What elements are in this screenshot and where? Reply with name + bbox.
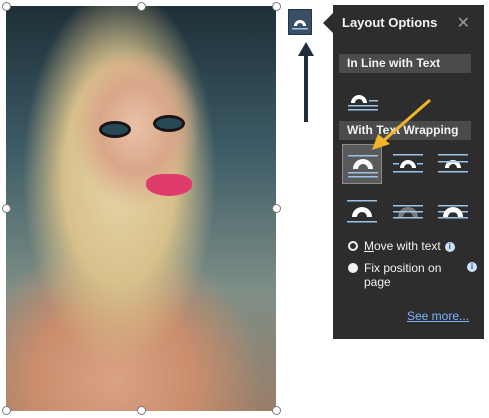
panel-title: Layout Options (342, 15, 438, 30)
picture-lips (146, 174, 192, 196)
radio-move-with-text[interactable]: Move with text i (348, 239, 455, 253)
radio-move-indicator[interactable] (348, 241, 358, 251)
resize-handle-middle-right[interactable] (272, 204, 281, 213)
layout-in-front-of-text[interactable] (433, 191, 473, 231)
square-wrap-icon (348, 155, 378, 178)
through-wrap-icon (438, 154, 468, 173)
section-in-line: In Line with Text (339, 54, 471, 73)
layout-options-icon (292, 20, 308, 30)
panel-notch (323, 13, 333, 33)
info-icon[interactable]: i (444, 242, 455, 252)
picture-eye-right (156, 118, 182, 129)
layout-options-button[interactable] (288, 9, 312, 35)
radio-fix-indicator[interactable] (348, 263, 358, 273)
pointer-arrow-shaft (304, 54, 308, 122)
close-icon[interactable]: ✕ (457, 13, 470, 33)
resize-handle-middle-left[interactable] (2, 204, 11, 213)
selected-picture[interactable] (6, 6, 276, 411)
behind-text-icon (393, 205, 423, 219)
resize-handle-bottom-left[interactable] (2, 406, 11, 415)
resize-handle-top-left[interactable] (2, 2, 11, 11)
top-bottom-wrap-icon (347, 200, 377, 223)
picture-eye-left (102, 124, 128, 135)
tight-wrap-icon (393, 154, 423, 173)
info-icon[interactable]: i (467, 262, 477, 272)
see-more-link[interactable]: See more... (407, 309, 469, 323)
resize-handle-bottom-center[interactable] (137, 406, 146, 415)
layout-through[interactable] (433, 144, 473, 184)
radio-fix-position[interactable]: Fix position on i page (348, 261, 477, 289)
layout-top-and-bottom[interactable] (342, 191, 382, 231)
radio-fix-label-line1: Fix position on (364, 261, 442, 275)
resize-handle-top-center[interactable] (137, 2, 146, 11)
in-front-icon (438, 205, 468, 219)
radio-move-label: Move with text (364, 239, 441, 253)
resize-handle-bottom-right[interactable] (272, 406, 281, 415)
layout-behind-text[interactable] (388, 191, 428, 231)
callout-arrow (372, 98, 431, 150)
resize-handle-top-right[interactable] (272, 2, 281, 11)
radio-fix-label-line2: page (364, 275, 391, 289)
layout-options-panel: Layout Options ✕ In Line with Text With … (333, 5, 484, 339)
